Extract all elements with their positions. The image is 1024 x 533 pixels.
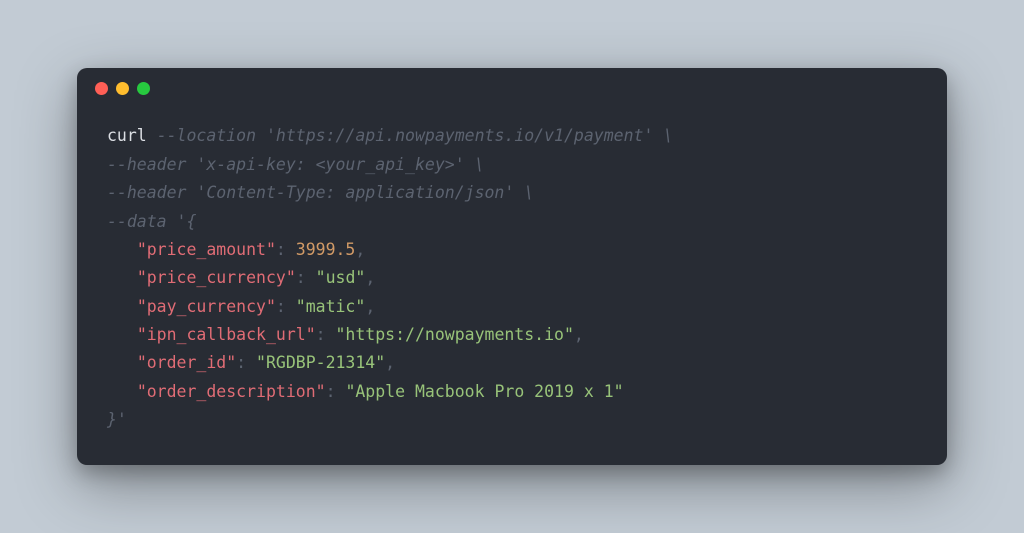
minimize-icon[interactable] bbox=[116, 82, 129, 95]
header-value: 'x-api-key: <your_api_key>' bbox=[196, 155, 464, 174]
json-string: "matic" bbox=[296, 297, 366, 316]
close-icon[interactable] bbox=[95, 82, 108, 95]
terminal-window: curl --location 'https://api.nowpayments… bbox=[77, 68, 947, 464]
header-value: 'Content-Type: application/json' bbox=[196, 183, 514, 202]
json-key: "price_amount" bbox=[137, 240, 276, 259]
indent bbox=[107, 353, 137, 372]
json-key: "ipn_callback_url" bbox=[137, 325, 316, 344]
indent bbox=[107, 382, 137, 401]
indent bbox=[107, 325, 137, 344]
comma: , bbox=[355, 240, 365, 259]
curl-command: curl bbox=[107, 126, 147, 145]
colon: : bbox=[326, 382, 346, 401]
header-flag: --header bbox=[107, 155, 186, 174]
location-flag: --location bbox=[157, 126, 256, 145]
code-block: curl --location 'https://api.nowpayments… bbox=[77, 108, 947, 464]
comma: , bbox=[574, 325, 584, 344]
colon: : bbox=[276, 240, 296, 259]
comma: , bbox=[385, 353, 395, 372]
comma: , bbox=[365, 268, 375, 287]
zoom-icon[interactable] bbox=[137, 82, 150, 95]
colon: : bbox=[316, 325, 336, 344]
data-open: '{ bbox=[177, 212, 197, 231]
comma: , bbox=[365, 297, 375, 316]
json-string: "usd" bbox=[316, 268, 366, 287]
line-continuation: \ bbox=[465, 155, 485, 174]
json-key: "order_id" bbox=[137, 353, 236, 372]
data-close: }' bbox=[107, 410, 127, 429]
colon: : bbox=[276, 297, 296, 316]
line-continuation: \ bbox=[653, 126, 673, 145]
header-flag: --header bbox=[107, 183, 186, 202]
line-continuation: \ bbox=[514, 183, 534, 202]
json-string: "https://nowpayments.io" bbox=[336, 325, 574, 344]
json-key: "pay_currency" bbox=[137, 297, 276, 316]
json-string: "Apple Macbook Pro 2019 x 1" bbox=[345, 382, 623, 401]
json-string: "RGDBP-21314" bbox=[256, 353, 385, 372]
json-key: "price_currency" bbox=[137, 268, 296, 287]
indent bbox=[107, 297, 137, 316]
json-key: "order_description" bbox=[137, 382, 326, 401]
indent bbox=[107, 240, 137, 259]
location-value: 'https://api.nowpayments.io/v1/payment' bbox=[266, 126, 653, 145]
titlebar bbox=[77, 68, 947, 108]
data-flag: --data bbox=[107, 212, 167, 231]
colon: : bbox=[296, 268, 316, 287]
colon: : bbox=[236, 353, 256, 372]
indent bbox=[107, 268, 137, 287]
json-number: 3999.5 bbox=[296, 240, 356, 259]
